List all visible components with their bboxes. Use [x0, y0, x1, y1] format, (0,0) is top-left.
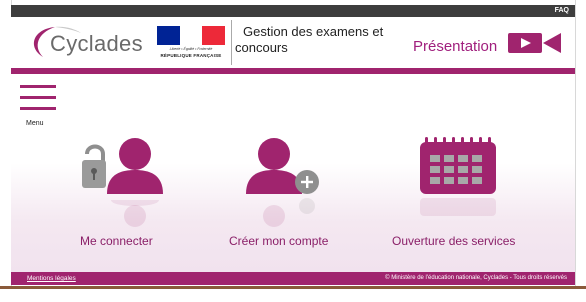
mentions-legales-link[interactable]: Mentions légales: [27, 272, 76, 285]
marianne-motto: Liberté • Égalité • Fraternité: [169, 47, 213, 51]
menu-label: Menu: [26, 120, 44, 127]
copyright-text: © Ministère de l'éducation nationale, Cy…: [385, 275, 567, 281]
french-flag-icon: [157, 26, 226, 45]
hamburger-icon-mid: [20, 96, 56, 99]
video-camera-icon[interactable]: [507, 32, 562, 54]
main-content: Menu Me connecter Créer mon compte Ouver…: [11, 74, 575, 272]
top-bar: FAQ: [11, 5, 575, 17]
cyclades-logo[interactable]: Cyclades: [25, 23, 150, 61]
right-border: [575, 0, 586, 289]
page: FAQ Cyclades Liberté • Égalité • Fratern…: [0, 0, 586, 289]
logo-text: Cyclades: [50, 31, 143, 56]
marianne-country: RÉPUBLIQUE FRANÇAISE: [160, 53, 222, 58]
tile-label-me-connecter: Me connecter: [80, 234, 153, 248]
faq-link[interactable]: FAQ: [555, 5, 569, 17]
hamburger-icon-bottom: [20, 107, 56, 110]
header-divider: [231, 20, 232, 65]
hamburger-icon: [20, 85, 56, 88]
tile-label-creer-compte: Créer mon compte: [229, 234, 329, 248]
menu-button[interactable]: Menu: [20, 83, 56, 127]
app-title-line2: concours: [235, 40, 288, 55]
header: Cyclades Liberté • Égalité • Fraternité …: [11, 17, 575, 68]
footer: Mentions légales © Ministère de l'éducat…: [11, 272, 575, 285]
user-add-icon: [246, 138, 319, 227]
app-title: Gestion des examens et concours: [235, 24, 425, 56]
app-title-line1: Gestion des examens et: [243, 24, 384, 39]
marianne-logo: Liberté • Égalité • Fraternité RÉPUBLIQU…: [157, 26, 226, 62]
calendar-icon: [420, 137, 496, 216]
presentation-link[interactable]: Présentation: [413, 38, 497, 55]
tile-label-ouverture-services: Ouverture des services: [392, 234, 516, 248]
user-lock-icon: [82, 138, 163, 227]
